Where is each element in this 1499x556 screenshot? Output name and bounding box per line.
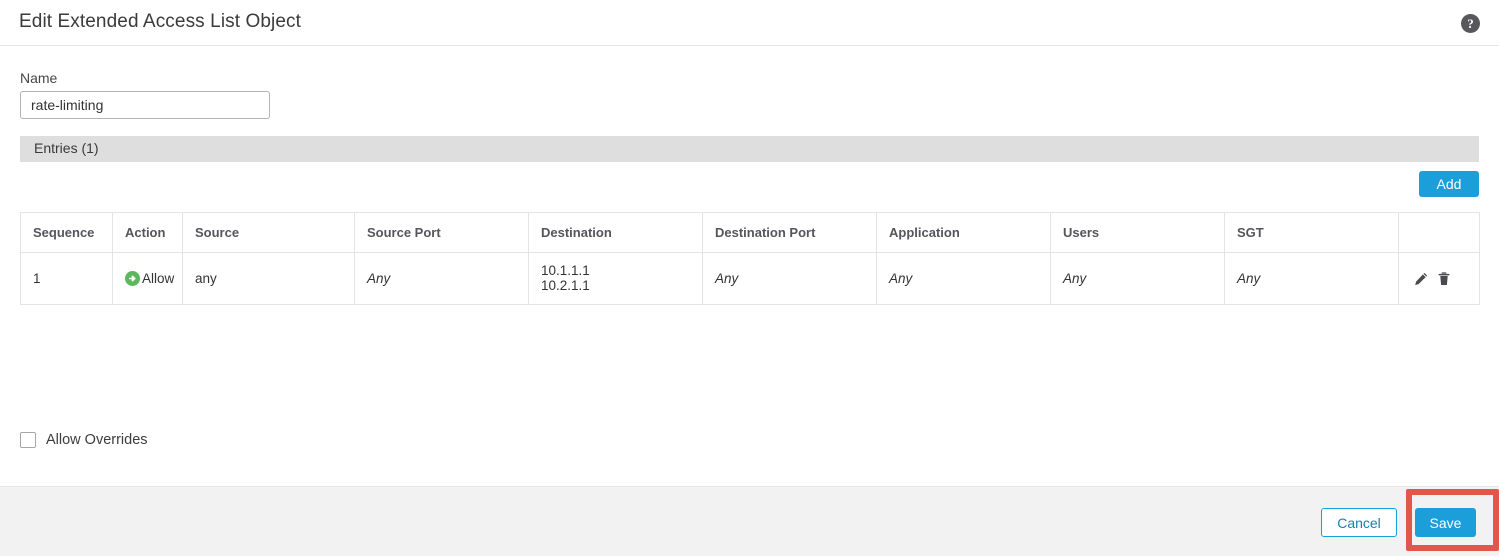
column-header-destination[interactable]: Destination [528, 212, 703, 253]
column-header-source[interactable]: Source [182, 212, 355, 253]
cell-destination-line-1: 10.1.1.1 [541, 262, 590, 278]
dialog-body: Name Entries (1) Add Sequence Action Sou… [0, 46, 1499, 486]
cell-action: Allow [112, 252, 183, 305]
cell-source: any [182, 252, 355, 305]
cell-sequence: 1 [20, 252, 113, 305]
table-row: 1 Allow any Any 10.1.1.1 10.2.1.1 Any An… [20, 252, 1480, 305]
page-title: Edit Extended Access List Object [19, 11, 302, 32]
cell-users: Any [1050, 252, 1225, 305]
dialog-footer [0, 486, 1499, 556]
help-circle-icon[interactable]: ? [1461, 14, 1480, 33]
column-header-sequence[interactable]: Sequence [20, 212, 113, 253]
table-header-row: Sequence Action Source Source Port Desti… [20, 212, 1480, 253]
entries-count-label: Entries (1) [34, 140, 99, 156]
cell-source-port: Any [354, 252, 529, 305]
allow-overrides-row[interactable]: Allow Overrides [20, 432, 148, 448]
column-header-application[interactable]: Application [876, 212, 1051, 253]
name-field-label: Name [20, 70, 58, 86]
save-button[interactable]: Save [1415, 508, 1476, 537]
column-header-sgt[interactable]: SGT [1224, 212, 1399, 253]
cell-action-label: Allow [142, 271, 175, 286]
allow-overrides-checkbox[interactable] [20, 432, 36, 448]
cell-destination: 10.1.1.1 10.2.1.1 [528, 252, 703, 305]
column-header-destination-port[interactable]: Destination Port [702, 212, 877, 253]
column-header-actions [1398, 212, 1480, 253]
cell-destination-port: Any [702, 252, 877, 305]
pencil-icon[interactable] [1413, 271, 1429, 287]
cell-application: Any [876, 252, 1051, 305]
cell-row-actions [1398, 252, 1480, 305]
allow-overrides-label: Allow Overrides [46, 432, 148, 448]
column-header-source-port[interactable]: Source Port [354, 212, 529, 253]
dialog-title-bar: Edit Extended Access List Object ? [0, 0, 1499, 46]
add-entry-button[interactable]: Add [1419, 171, 1479, 197]
cell-sgt: Any [1224, 252, 1399, 305]
column-header-action[interactable]: Action [112, 212, 183, 253]
edit-extended-access-list-dialog: Edit Extended Access List Object ? Name … [0, 0, 1499, 556]
column-header-users[interactable]: Users [1050, 212, 1225, 253]
allow-arrow-icon [125, 271, 140, 286]
cancel-button[interactable]: Cancel [1321, 508, 1397, 537]
name-input[interactable] [20, 91, 270, 119]
cell-destination-line-2: 10.2.1.1 [541, 277, 590, 293]
entries-section-header: Entries (1) [20, 136, 1479, 162]
entries-table: Sequence Action Source Source Port Desti… [20, 212, 1480, 305]
trash-icon[interactable] [1436, 271, 1452, 287]
